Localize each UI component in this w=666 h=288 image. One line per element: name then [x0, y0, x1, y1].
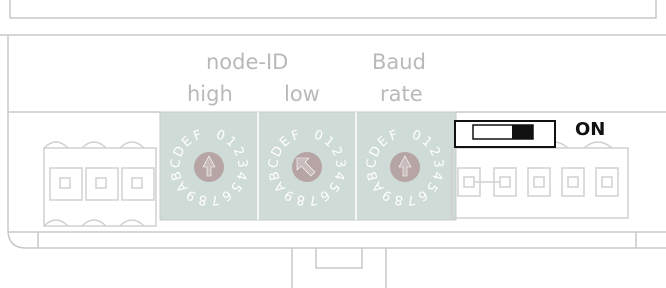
- dip-switch-on-label: ON: [575, 119, 606, 140]
- rotary-digit: 3: [430, 159, 446, 169]
- right-terminal-block: [451, 141, 629, 219]
- dip-switch[interactable]: [454, 120, 556, 148]
- bottom-latch: [291, 248, 387, 288]
- rotary-digit: 3: [234, 159, 250, 169]
- node-id-label: node-ID: [206, 50, 289, 74]
- rotary-digit: C: [168, 158, 184, 169]
- rotary-digit: C: [266, 158, 282, 169]
- rate-label: rate: [380, 82, 423, 106]
- high-label: high: [187, 82, 233, 106]
- rotary-digit: 3: [332, 159, 348, 169]
- baud-label: Baud: [372, 50, 426, 74]
- top-module: [9, 0, 657, 19]
- rotary-digit: C: [364, 158, 380, 169]
- device-diagram: 0123456789ABCDEF 0123456789ABCDEF 012345…: [0, 0, 666, 288]
- left-terminal-block: [43, 141, 157, 227]
- dip-switch-slider[interactable]: [512, 125, 533, 139]
- low-label: low: [284, 82, 320, 106]
